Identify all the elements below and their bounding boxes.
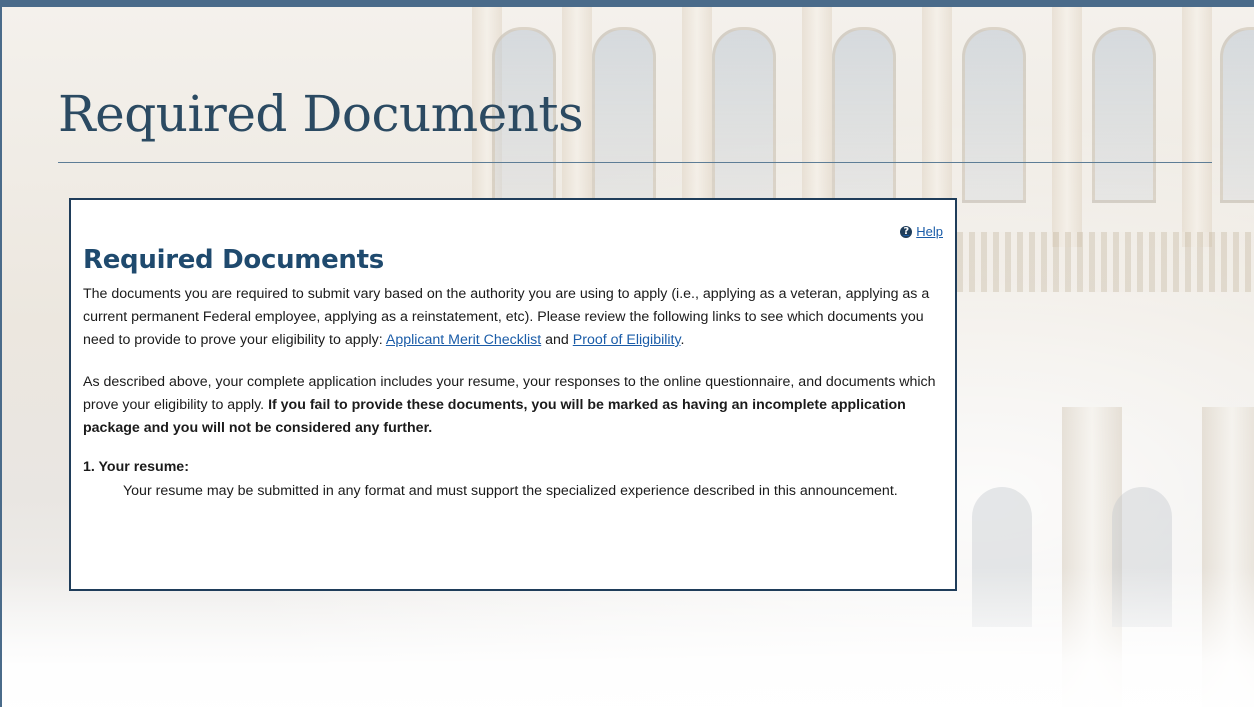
intro-text-after: . <box>680 332 685 348</box>
bg-window <box>962 27 1026 203</box>
bg-window <box>592 27 656 203</box>
help-link[interactable]: ? Help <box>900 224 943 239</box>
slide-title: Required Documents <box>58 85 584 143</box>
bg-window <box>1220 27 1254 203</box>
panel-heading: Required Documents <box>83 245 384 275</box>
bg-window <box>712 27 776 203</box>
bg-window <box>832 27 896 203</box>
required-documents-panel: ? Help Required Documents The documents … <box>69 198 957 591</box>
bg-column <box>1052 7 1082 247</box>
intro-paragraph: The documents you are required to submit… <box>83 283 941 352</box>
title-divider <box>58 162 1212 163</box>
applicant-merit-checklist-link[interactable]: Applicant Merit Checklist <box>386 332 541 348</box>
bg-window <box>1092 27 1156 203</box>
bg-column <box>1182 7 1212 247</box>
question-circle-icon: ? <box>900 225 913 238</box>
resume-section-heading: 1. Your resume: <box>83 459 189 475</box>
warning-paragraph: As described above, your complete applic… <box>83 371 941 440</box>
resume-section-body: Your resume may be submitted in any form… <box>123 483 898 499</box>
help-label: Help <box>916 224 943 239</box>
bg-balustrade <box>957 232 1254 292</box>
proof-of-eligibility-link[interactable]: Proof of Eligibility <box>573 332 681 348</box>
intro-text-between: and <box>541 332 573 348</box>
slide: Required Documents ? Help Required Docum… <box>0 0 1254 707</box>
